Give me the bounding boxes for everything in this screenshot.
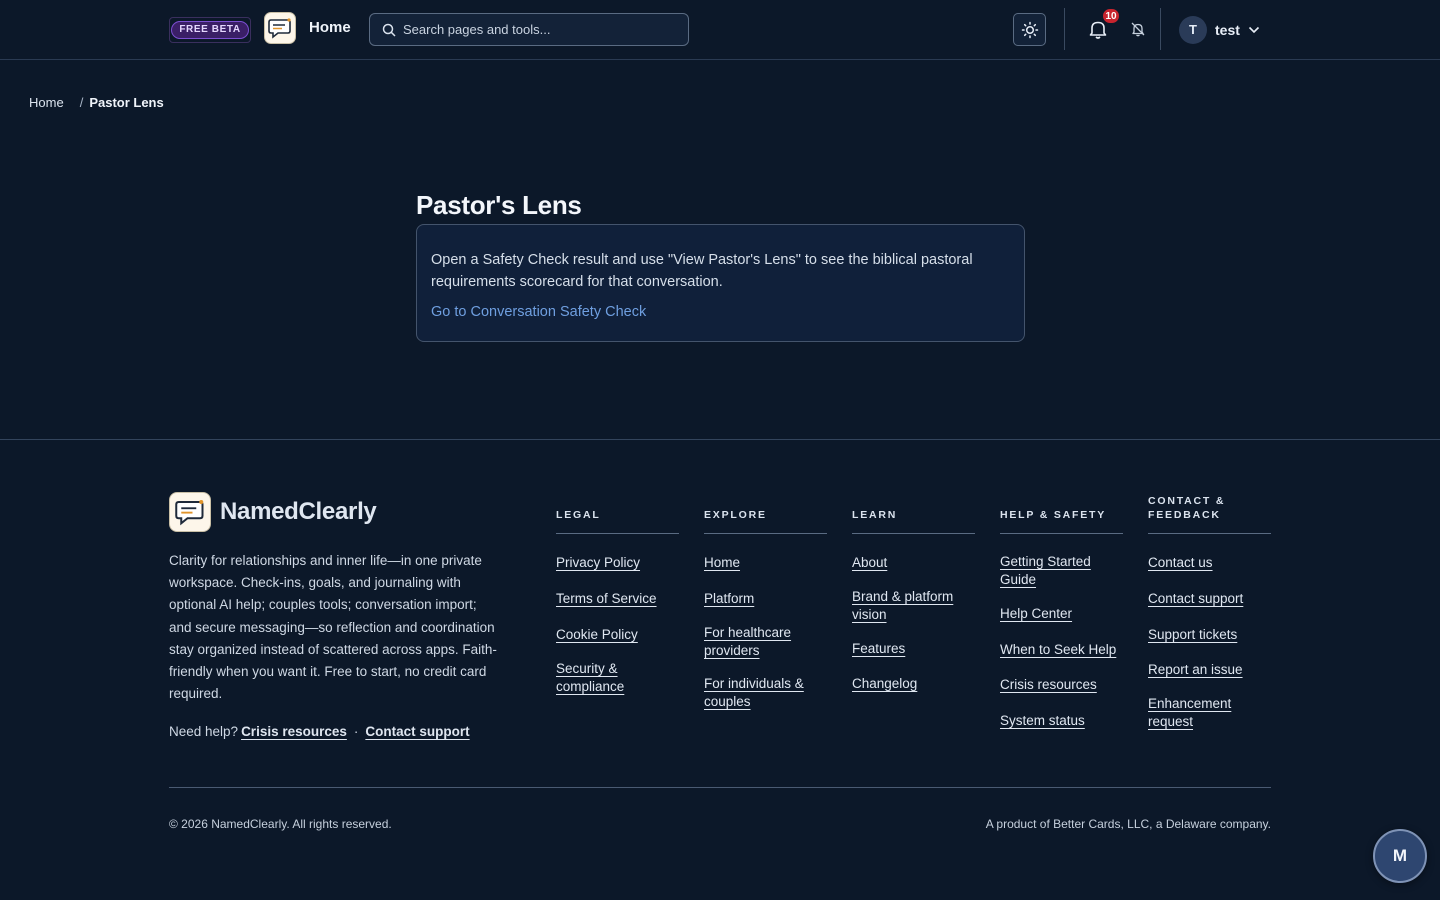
search-input[interactable]	[403, 22, 683, 37]
breadcrumb-separator: /	[79, 95, 84, 110]
free-beta-badge: FREE BETA	[169, 17, 251, 43]
search-icon	[382, 23, 396, 37]
user-menu-button[interactable]: T test	[1179, 15, 1260, 44]
theme-toggle-button[interactable]	[1013, 13, 1046, 46]
crisis-resources-link[interactable]: Crisis resources	[241, 724, 347, 739]
page-title: Pastor's Lens	[416, 190, 582, 220]
footer-link-when-seek-help[interactable]: When to Seek Help	[1000, 642, 1116, 657]
brand-name: NamedClearly	[220, 498, 377, 525]
footer-link-healthcare[interactable]: For healthcare providers	[704, 625, 791, 658]
footer-column-help-safety: HELP & SAFETY Getting Started Guide Help…	[1000, 496, 1123, 730]
footer-link-individuals[interactable]: For individuals & couples	[704, 676, 804, 709]
breadcrumb-current: Pastor Lens	[89, 95, 164, 110]
info-card-description: Open a Safety Check result and use "View…	[431, 252, 973, 290]
info-card: Open a Safety Check result and use "View…	[416, 224, 1025, 342]
avatar: T	[1179, 15, 1207, 44]
footer-link-report-issue[interactable]: Report an issue	[1148, 662, 1243, 677]
breadcrumb-home-link[interactable]: Home	[29, 95, 64, 110]
footer-link-contact-us[interactable]: Contact us	[1148, 555, 1213, 570]
free-beta-label: FREE BETA	[171, 21, 249, 39]
footer-link-enhancement-request[interactable]: Enhancement request	[1148, 696, 1231, 729]
footer-link-home[interactable]: Home	[704, 555, 740, 570]
footer-link-system-status[interactable]: System status	[1000, 713, 1085, 728]
floating-menu-button[interactable]: M	[1373, 829, 1427, 883]
chevron-down-icon	[1248, 26, 1260, 34]
search-box[interactable]	[369, 13, 689, 46]
footer-column-learn: LEARN About Brand & platform vision Feat…	[852, 496, 975, 693]
footer-brand: NamedClearly	[169, 492, 377, 532]
footer-link-cookie[interactable]: Cookie Policy	[556, 627, 638, 642]
footer-column-heading: HELP & SAFETY	[1000, 496, 1123, 534]
header-divider	[1064, 8, 1065, 50]
app-logo-link[interactable]	[264, 12, 296, 44]
footer-column-heading: CONTACT & FEEDBACK	[1148, 495, 1271, 534]
footer-column-explore: EXPLORE Home Platform For healthcare pro…	[704, 496, 827, 711]
sun-icon	[1021, 21, 1038, 38]
header-divider	[1160, 8, 1161, 50]
username-label: test	[1215, 21, 1240, 38]
footer-tagline: Clarity for relationships and inner life…	[169, 553, 497, 702]
footer-link-features[interactable]: Features	[852, 641, 905, 656]
footer-link-contact-support[interactable]: Contact support	[1148, 591, 1243, 606]
footer-link-crisis-resources[interactable]: Crisis resources	[1000, 677, 1097, 692]
chat-bubble-logo-icon	[268, 18, 291, 39]
footer-link-brand-vision[interactable]: Brand & platform vision	[852, 589, 953, 622]
need-help-label: Need help?	[169, 724, 239, 739]
mute-notifications-button[interactable]	[1128, 19, 1148, 39]
footer-divider	[0, 439, 1440, 440]
safety-check-link[interactable]: Go to Conversation Safety Check	[431, 304, 646, 320]
company-attribution: A product of Better Cards, LLC, a Delawa…	[985, 817, 1271, 831]
footer-bottom-divider	[169, 787, 1271, 788]
footer-link-terms[interactable]: Terms of Service	[556, 591, 657, 606]
footer-link-privacy[interactable]: Privacy Policy	[556, 555, 640, 570]
bell-off-icon	[1131, 22, 1145, 37]
breadcrumb: Home / Pastor Lens	[29, 95, 164, 110]
footer-column-heading: LEARN	[852, 496, 975, 534]
footer-column-legal: LEGAL Privacy Policy Terms of Service Co…	[556, 496, 679, 696]
top-bar: FREE BETA Home Search pages and tools...…	[0, 0, 1440, 60]
separator-dot: ·	[353, 724, 359, 739]
footer-column-heading: LEGAL	[556, 496, 679, 534]
footer-link-help-center[interactable]: Help Center	[1000, 606, 1072, 621]
footer-link-about[interactable]: About	[852, 555, 887, 570]
notification-count-badge: 10	[1101, 7, 1121, 25]
brand-logo	[169, 492, 211, 532]
chat-bubble-logo-icon	[175, 500, 204, 526]
footer-link-support-tickets[interactable]: Support tickets	[1148, 627, 1237, 642]
footer-link-changelog[interactable]: Changelog	[852, 676, 917, 691]
footer-column-heading: EXPLORE	[704, 496, 827, 534]
footer-link-security[interactable]: Security & compliance	[556, 661, 624, 694]
copyright-text: © 2026 NamedClearly. All rights reserved…	[169, 817, 392, 831]
footer-column-contact-feedback: CONTACT & FEEDBACK Contact us Contact su…	[1148, 495, 1271, 731]
need-help-line: Need help? Crisis resources · Contact su…	[169, 724, 470, 739]
footer-link-getting-started[interactable]: Getting Started Guide	[1000, 554, 1091, 587]
contact-support-link[interactable]: Contact support	[365, 724, 469, 739]
footer-link-platform[interactable]: Platform	[704, 591, 754, 606]
home-nav-link[interactable]: Home	[309, 19, 351, 36]
